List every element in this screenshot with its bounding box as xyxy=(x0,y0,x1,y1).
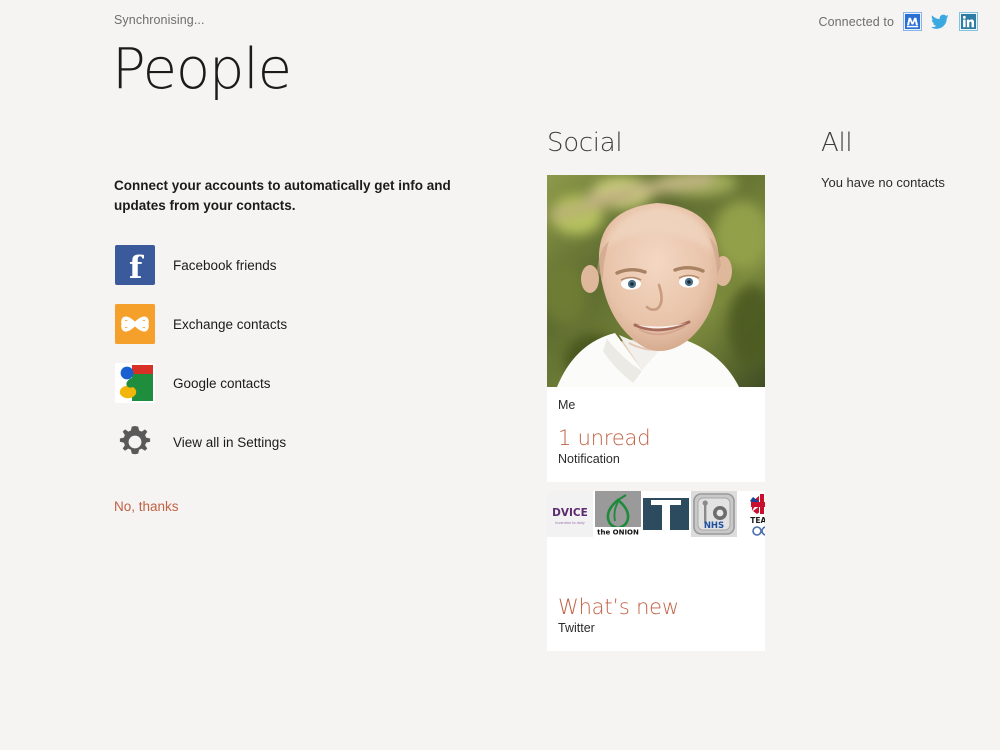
social-column: Social Me 1 unread Notification DVICE in… xyxy=(547,128,765,651)
account-label-exchange: Exchange contacts xyxy=(173,316,288,332)
tile-me-body: Me 1 unread Notification xyxy=(547,387,765,482)
sync-status-text: Synchronising... xyxy=(114,13,205,27)
tile-whats-new-body: What’s new Twitter xyxy=(547,543,765,651)
profile-photo xyxy=(547,175,765,387)
connect-accounts-panel: Connect your accounts to automatically g… xyxy=(114,176,494,516)
all-heading: All xyxy=(821,128,853,158)
tile-whats-new[interactable]: DVICE invention to daily the ONION NHS T… xyxy=(547,491,765,651)
no-thanks-link[interactable]: No, thanks xyxy=(114,499,179,514)
account-label-google: Google contacts xyxy=(173,375,271,391)
linkedin-icon[interactable] xyxy=(959,12,978,31)
connected-accounts-area: Connected to xyxy=(818,12,978,31)
team-gb-avatar: TEAM xyxy=(739,491,765,537)
svg-text:invention to daily: invention to daily xyxy=(555,521,585,525)
facebook-icon: f xyxy=(115,245,155,285)
svg-text:DVICE: DVICE xyxy=(552,507,588,519)
exchange-icon xyxy=(115,304,155,344)
the-onion-avatar: the ONION xyxy=(595,491,641,537)
account-row-exchange[interactable]: Exchange contacts xyxy=(114,301,494,347)
connect-intro-text: Connect your accounts to automatically g… xyxy=(114,178,451,213)
t-logo-avatar xyxy=(643,491,689,537)
tile-whats-new-sub: Twitter xyxy=(558,621,595,635)
tile-whats-new-headline: What’s new xyxy=(558,595,679,619)
tile-me-name: Me xyxy=(558,398,576,412)
status-bar: Synchronising... Connected to xyxy=(0,12,1000,35)
tile-me-headline: 1 unread xyxy=(558,426,651,450)
connected-to-label: Connected to xyxy=(818,14,894,29)
tile-me[interactable]: Me 1 unread Notification xyxy=(547,175,765,482)
tile-me-sub: Notification xyxy=(558,452,620,466)
messenger-icon[interactable] xyxy=(903,12,922,31)
account-label-facebook: Facebook friends xyxy=(173,257,277,273)
social-heading: Social xyxy=(547,128,623,158)
account-label-settings: View all in Settings xyxy=(173,434,287,450)
twitter-icon[interactable] xyxy=(931,12,950,31)
page-title: People xyxy=(112,37,292,102)
svg-text:NHS: NHS xyxy=(704,521,724,531)
account-row-google[interactable]: Google contacts xyxy=(114,360,494,406)
account-row-settings[interactable]: View all in Settings xyxy=(114,419,494,465)
svg-text:the ONION: the ONION xyxy=(597,529,639,537)
all-column: All You have no contacts xyxy=(821,128,991,190)
facebook-f-glyph: f xyxy=(128,250,143,285)
gear-icon xyxy=(115,422,155,462)
google-icon xyxy=(115,363,155,403)
avatar-strip: DVICE invention to daily the ONION NHS T… xyxy=(547,491,765,543)
dvice-avatar: DVICE invention to daily xyxy=(547,491,593,537)
people-app-page: Synchronising... Connected to People Con… xyxy=(0,0,1000,750)
svg-text:TEAM: TEAM xyxy=(750,516,765,525)
all-empty-text: You have no contacts xyxy=(821,175,945,190)
account-row-facebook[interactable]: f Facebook friends xyxy=(114,242,494,288)
nhs-safe-avatar: NHS xyxy=(691,491,737,537)
